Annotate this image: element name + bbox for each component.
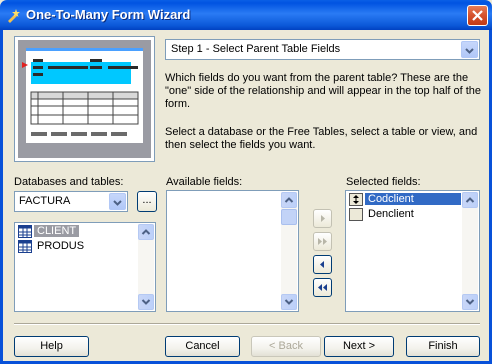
arrow-right-icon	[321, 215, 325, 222]
scroll-up-button[interactable]	[138, 224, 154, 240]
remove-field-button[interactable]	[313, 255, 332, 274]
add-field-button[interactable]	[313, 209, 332, 228]
add-all-fields-button[interactable]	[313, 232, 332, 251]
help-button[interactable]: Help	[14, 336, 89, 357]
description-text-2: Select a database or the Free Tables, se…	[165, 126, 478, 151]
cancel-button[interactable]: Cancel	[165, 336, 240, 357]
title-bar: One-To-Many Form Wizard	[0, 0, 492, 30]
table-icon	[18, 240, 32, 253]
arrow-down-icon	[465, 299, 475, 305]
step-dropdown[interactable]: Step 1 - Select Parent Table Fields	[165, 39, 480, 60]
scroll-up-button[interactable]	[281, 192, 297, 208]
arrow-down-icon	[141, 299, 151, 305]
available-scrollbar[interactable]	[281, 192, 297, 310]
step-dropdown-value: Step 1 - Select Parent Table Fields	[171, 43, 341, 55]
available-fields-label: Available fields:	[166, 176, 243, 188]
scroll-down-button[interactable]	[138, 294, 154, 310]
move-handle-icon	[349, 193, 363, 206]
window-title: One-To-Many Form Wizard	[26, 7, 191, 22]
wizard-wand-icon	[8, 9, 20, 23]
next-button[interactable]: Next >	[324, 336, 394, 357]
selected-fields-listbox[interactable]: Codclient Denclient	[345, 190, 480, 312]
table-item-label: PRODUS	[37, 240, 85, 252]
tables-scrollbar[interactable]	[138, 224, 154, 310]
form-preview-image	[14, 36, 155, 162]
double-arrow-right-icon	[318, 238, 327, 245]
back-button[interactable]: < Back	[251, 336, 321, 357]
scroll-down-button[interactable]	[281, 294, 297, 310]
remove-all-fields-button[interactable]	[313, 278, 332, 297]
browse-database-button[interactable]: ...	[137, 191, 157, 212]
scroll-down-button[interactable]	[462, 294, 478, 310]
scroll-up-button[interactable]	[462, 192, 478, 208]
table-item-client[interactable]: CLIENT	[17, 224, 137, 239]
selected-field-denclient[interactable]: Denclient	[348, 207, 461, 222]
move-handle-blank-icon	[349, 208, 363, 221]
selected-field-codclient[interactable]: Codclient	[348, 192, 461, 207]
arrow-up-icon	[465, 197, 475, 203]
table-item-label: CLIENT	[34, 225, 80, 237]
database-dropdown-button[interactable]	[109, 193, 126, 210]
selected-field-label: Denclient	[368, 208, 414, 220]
databases-label: Databases and tables:	[14, 176, 124, 188]
double-arrow-left-icon	[318, 284, 327, 291]
database-combobox-value: FACTURA	[19, 195, 71, 207]
close-icon	[472, 10, 483, 21]
step-dropdown-button[interactable]	[461, 41, 478, 58]
close-button[interactable]	[467, 5, 488, 26]
chevron-down-icon	[113, 200, 122, 206]
table-icon	[18, 225, 32, 238]
database-combobox[interactable]: FACTURA	[14, 191, 128, 212]
scroll-thumb[interactable]	[281, 209, 297, 225]
selected-field-label: Codclient	[365, 193, 461, 205]
footer-separator	[14, 323, 480, 325]
arrow-up-icon	[284, 197, 294, 203]
arrow-down-icon	[284, 299, 294, 305]
description-text-1: Which fields do you want from the parent…	[165, 72, 482, 110]
arrow-left-icon	[320, 261, 324, 268]
chevron-down-icon	[465, 48, 474, 54]
selected-scrollbar[interactable]	[462, 192, 478, 310]
selected-fields-label: Selected fields:	[346, 176, 421, 188]
tables-listbox[interactable]: CLIENT PRODUS	[14, 222, 156, 312]
finish-button[interactable]: Finish	[406, 336, 480, 357]
available-fields-listbox[interactable]	[166, 190, 299, 312]
arrow-up-icon	[141, 229, 151, 235]
table-item-produs[interactable]: PRODUS	[17, 239, 137, 254]
